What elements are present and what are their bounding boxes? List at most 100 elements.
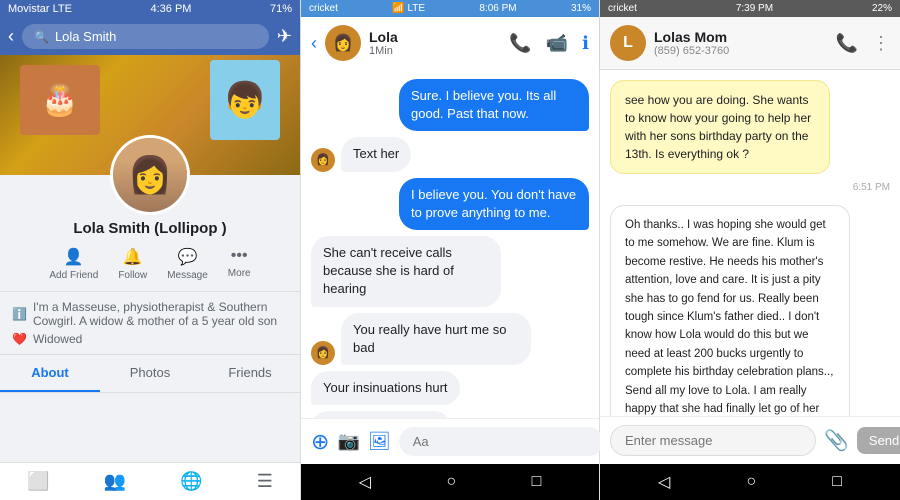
message-icon: 💬 <box>178 247 198 267</box>
avatar-wrapper: 👩 <box>0 135 300 215</box>
message-bubble: Sure. I believe you. Its all good. Past … <box>399 79 589 131</box>
tab-photos[interactable]: Photos <box>100 355 200 392</box>
messages-list-p3: see how you are doing. She wants to know… <box>600 70 900 416</box>
contact-status-p2: 1Min <box>369 45 501 57</box>
recent-nav-icon-p3[interactable]: □ <box>832 473 842 491</box>
message-row: And is very insulting <box>311 411 589 418</box>
message-bubble: Text her <box>341 137 411 171</box>
cover-cake-image: 🎂 <box>20 65 100 135</box>
search-input-wrap[interactable]: 🔍 Lola Smith <box>22 24 269 49</box>
contact-phone-p3: (859) 652-3760 <box>654 45 828 57</box>
attachment-icon[interactable]: 📎 <box>824 428 849 453</box>
bio-text: ℹ️ I'm a Masseuse, physiotherapist & Sou… <box>12 300 288 328</box>
input-bar-p3: 📎 Send <box>600 416 900 464</box>
more-icon-p3[interactable]: ⋮ <box>872 33 890 54</box>
back-nav-icon[interactable]: ◁ <box>359 472 371 492</box>
message-bubble-p3: see how you are doing. She wants to know… <box>610 80 830 174</box>
messenger-header: ‹ 👩 Lola 1Min 📞 📹 ℹ <box>301 17 599 69</box>
message-button[interactable]: 💬 Message <box>167 247 208 281</box>
more-icon: ••• <box>231 247 248 265</box>
header-icons-p3: 📞 ⋮ <box>836 33 890 54</box>
carrier-label-p3: cricket <box>608 3 637 14</box>
profile-tabs: About Photos Friends <box>0 355 300 393</box>
phone-icon-p3[interactable]: 📞 <box>836 33 858 54</box>
recent-nav-icon[interactable]: □ <box>532 473 542 491</box>
friends-icon[interactable]: 👥 <box>104 471 126 492</box>
follow-icon: 🔔 <box>123 247 143 267</box>
bio-content: I'm a Masseuse, physiotherapist & Southe… <box>33 300 288 328</box>
message-row: Your insinuations hurt <box>311 371 589 405</box>
signal-icon: 📶 LTE <box>392 3 425 14</box>
android-nav-bar-p3: ◁ ○ □ <box>600 464 900 500</box>
time-label-p3: 7:39 PM <box>736 3 773 14</box>
add-friend-button[interactable]: 👤 Add Friend <box>49 247 98 281</box>
message-row: Sure. I believe you. Its all good. Past … <box>311 79 589 131</box>
carrier-label-p2: cricket <box>309 3 338 14</box>
statusbar-panel2: cricket 📶 LTE 8:06 PM 31% <box>301 0 599 17</box>
message-row: She can't receive calls because she is h… <box>311 236 589 307</box>
battery-label-p3: 22% <box>872 3 892 14</box>
input-bar-p2: ⊕ 📷 🖼 😊 👍 <box>301 418 599 464</box>
message-bubble: Your insinuations hurt <box>311 371 460 405</box>
cover-child-image: 👦 <box>210 60 280 140</box>
time-label: 4:36 PM <box>150 3 191 15</box>
bio-section: ℹ️ I'm a Masseuse, physiotherapist & Sou… <box>0 292 300 355</box>
messages-list-p2: Sure. I believe you. Its all good. Past … <box>301 69 599 418</box>
camera-icon[interactable]: 📷 <box>337 431 359 452</box>
messenger-icon[interactable]: ✈ <box>277 26 292 47</box>
battery-label-p2: 31% <box>571 3 591 14</box>
menu-icon[interactable]: ☰ <box>257 471 273 492</box>
contact-name-p2: Lola <box>369 29 501 45</box>
message-input-p3[interactable] <box>610 425 816 456</box>
add-friend-label: Add Friend <box>49 270 98 281</box>
back-nav-icon-p3[interactable]: ◁ <box>658 472 670 492</box>
back-button-p2[interactable]: ‹ <box>311 33 317 54</box>
back-button[interactable]: ‹ <box>8 26 14 47</box>
sender-avatar: 👩 <box>311 341 335 365</box>
header-action-icons: 📞 📹 ℹ <box>509 33 589 54</box>
contact-info-p2: Lola 1Min <box>369 29 501 57</box>
message-row: 👩 You really have hurt me so bad <box>311 313 589 365</box>
sender-avatar: 👩 <box>311 148 335 172</box>
plus-icon[interactable]: ⊕ <box>311 429 329 455</box>
statusbar-panel1: Movistar LTE 4:36 PM 71% <box>0 0 300 18</box>
send-button[interactable]: Send <box>857 427 900 454</box>
messenger-chat-panel: cricket 📶 LTE 8:06 PM 31% ‹ 👩 Lola 1Min … <box>300 0 600 500</box>
follow-button[interactable]: 🔔 Follow <box>118 247 147 281</box>
globe-icon[interactable]: 🌐 <box>180 471 202 492</box>
bio-icon: ℹ️ <box>12 307 27 321</box>
info-icon-p2[interactable]: ℹ <box>582 33 589 54</box>
more-label: More <box>228 268 251 279</box>
widowed-row: ❤️ Widowed <box>12 332 288 346</box>
message-input[interactable] <box>399 427 603 456</box>
sms-chat-panel: cricket 7:39 PM 22% L Lolas Mom (859) 65… <box>600 0 900 500</box>
sms-header: L Lolas Mom (859) 652-3760 📞 ⋮ <box>600 17 900 70</box>
contact-avatar-p2: 👩 <box>325 25 361 61</box>
time-label-p2: 8:06 PM <box>479 3 516 14</box>
message-row: I believe you. You don't have to prove a… <box>311 178 589 230</box>
home-nav-icon-p3[interactable]: ○ <box>746 473 756 491</box>
message-row: 👩 Text her <box>311 137 589 171</box>
message-time-p3: 6:51 PM <box>610 182 890 193</box>
phone-icon-p2[interactable]: 📞 <box>509 33 531 54</box>
search-icon: 🔍 <box>34 30 49 44</box>
message-bubble-long-p3: Oh thanks.. I was hoping she would get t… <box>610 205 850 416</box>
facebook-profile-panel: Movistar LTE 4:36 PM 71% ‹ 🔍 Lola Smith … <box>0 0 300 500</box>
message-bubble: She can't receive calls because she is h… <box>311 236 501 307</box>
home-icon[interactable]: ⬜ <box>27 471 49 492</box>
image-icon[interactable]: 🖼 <box>368 431 391 452</box>
home-nav-icon[interactable]: ○ <box>446 473 456 491</box>
search-bar: ‹ 🔍 Lola Smith ✈ <box>0 18 300 55</box>
search-text: Lola Smith <box>55 29 116 44</box>
video-icon-p2[interactable]: 📹 <box>546 33 568 54</box>
more-button[interactable]: ••• More <box>228 247 251 281</box>
tab-friends[interactable]: Friends <box>200 355 300 392</box>
contact-name-p3: Lolas Mom <box>654 29 828 45</box>
tab-about[interactable]: About <box>0 355 100 392</box>
add-friend-icon: 👤 <box>64 247 84 267</box>
avatar-image: 👩 <box>113 138 187 212</box>
message-label: Message <box>167 270 208 281</box>
bottom-nav-bar: ⬜ 👥 🌐 ☰ <box>0 462 300 500</box>
android-nav-bar-p2: ◁ ○ □ <box>301 464 599 500</box>
carrier-label: Movistar LTE <box>8 3 72 15</box>
